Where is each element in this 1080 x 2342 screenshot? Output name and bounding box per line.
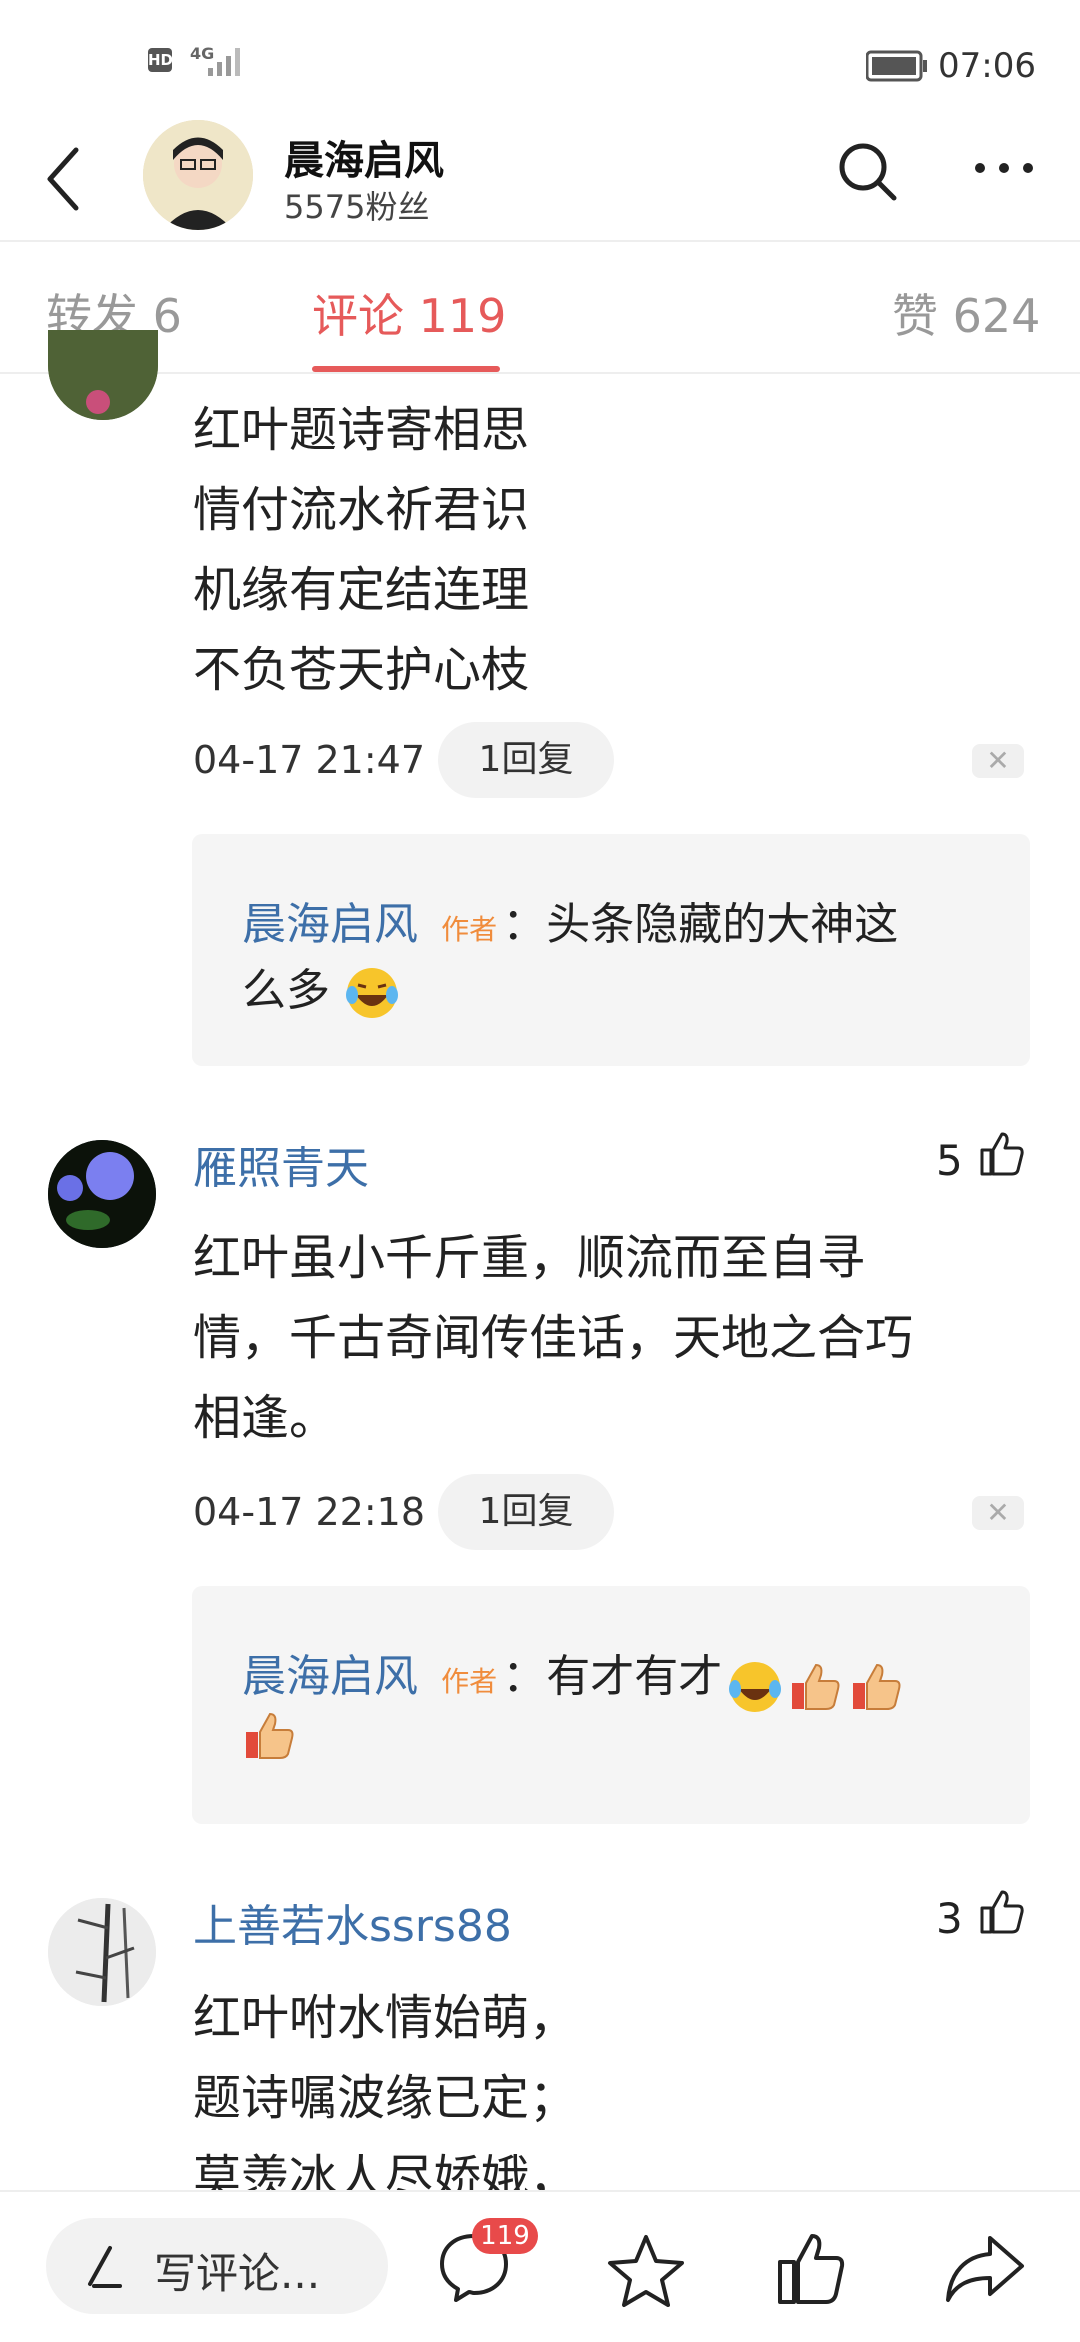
thumbs-up-emoji-icon (246, 1712, 294, 1759)
avatar[interactable] (48, 1140, 156, 1248)
comment-line: 红叶虽小千斤重，顺流而至自寻 (193, 1230, 866, 1286)
thumbs-up-icon[interactable] (978, 1888, 1026, 1936)
comment-username[interactable]: 雁照青天 (193, 1132, 369, 1196)
author-badge: 作者 (441, 913, 498, 946)
reply-preview[interactable]: 晨海启风 作者 ：有才有才 (192, 1586, 1030, 1824)
comment-line: 红叶咐水情始萌， (193, 1990, 578, 2046)
replies-button[interactable]: 1回复 (438, 722, 614, 798)
avatar[interactable] (143, 120, 253, 230)
avatar[interactable] (48, 1898, 156, 2006)
flower-avatar-icon (48, 1140, 156, 1248)
reply-author[interactable]: 晨海启风 (242, 899, 418, 950)
dismiss-icon[interactable]: ✕ (972, 1496, 1024, 1530)
like-count: 5 (936, 1136, 963, 1185)
hd-icon: HD (148, 48, 173, 72)
laughing-emoji-icon (346, 968, 398, 1018)
battery-icon (866, 50, 927, 82)
profile-name[interactable]: 晨海启风 (284, 128, 444, 186)
back-icon[interactable] (42, 144, 82, 214)
follower-count: 5575粉丝 (284, 188, 430, 226)
pen-icon (88, 2246, 122, 2288)
thumbs-up-icon[interactable] (776, 2230, 846, 2308)
rose-avatar-icon (48, 330, 158, 420)
comment-text: 红叶虽小千斤重，顺流而至自寻 情，千古奇闻传佳话，天地之合巧 相逢。 (193, 1218, 913, 1458)
profile-header: 晨海启风 5575粉丝 (0, 120, 1080, 242)
comment-count-badge: 119 (472, 2218, 538, 2254)
reply-author[interactable]: 晨海启风 (242, 1651, 418, 1702)
comment-line: 不负苍天护心枝 (193, 642, 530, 698)
share-icon[interactable] (944, 2232, 1026, 2304)
reply-text: ：头条隐藏的大神这 (502, 899, 899, 950)
like-count: 3 (936, 1894, 963, 1943)
write-comment-input[interactable]: 写评论... (46, 2218, 388, 2314)
comment-timestamp: 04-17 21:47 · (193, 738, 450, 782)
clock: 07:06 (938, 46, 1036, 86)
search-icon[interactable] (836, 140, 900, 204)
comment-line: 情付流水祈君识 (193, 482, 530, 538)
reply-preview[interactable]: 晨海启风 作者 ：头条隐藏的大神这 么多 (192, 834, 1030, 1066)
comment-line: 题诗嘱波缘已定； (193, 2070, 578, 2126)
active-tab-indicator (312, 366, 500, 372)
user-avatar-icon (143, 120, 253, 230)
reply-text: 么多 (242, 965, 330, 1016)
bottom-action-bar: 写评论... 119 (0, 2190, 1080, 2342)
comment-line: 红叶题诗寄相思 (193, 402, 530, 458)
comment-text: 红叶咐水情始萌， 题诗嘱波缘已定； 莫羡冰人尽娇娥， (193, 1978, 577, 2218)
comment-line: 机缘有定结连理 (193, 562, 530, 618)
bamboo-avatar-icon (48, 1898, 156, 2006)
reply-text: ：有才有才 (502, 1651, 723, 1702)
comment-username[interactable]: 上善若水ssrs88 (193, 1890, 512, 1954)
tab-likes[interactable]: 赞 624 (892, 280, 1040, 346)
comment-line: 情，千古奇闻传佳话，天地之合巧 (193, 1310, 914, 1366)
more-icon[interactable] (972, 158, 1036, 178)
author-badge: 作者 (441, 1665, 498, 1698)
status-bar: HD 4G 07:06 (0, 0, 1080, 120)
thumbs-up-emoji-icon (792, 1663, 840, 1710)
tab-comments[interactable]: 评论 119 (312, 280, 506, 346)
signal-icon (208, 48, 240, 76)
write-comment-placeholder: 写评论... (154, 2249, 321, 2298)
thumbs-up-icon[interactable] (978, 1130, 1026, 1178)
dismiss-icon[interactable]: ✕ (972, 744, 1024, 778)
replies-button[interactable]: 1回复 (438, 1474, 614, 1550)
comment-text: 红叶题诗寄相思 情付流水祈君识 机缘有定结连理 不负苍天护心枝 (193, 390, 529, 710)
star-icon[interactable] (606, 2232, 686, 2308)
comment-timestamp: 04-17 22:18 · (193, 1490, 450, 1534)
comment-line: 相逢。 (193, 1390, 338, 1446)
avatar[interactable] (48, 330, 158, 420)
tab-bar: 转发 6 评论 119 赞 624 (0, 242, 1080, 374)
thumbs-up-emoji-icon (853, 1663, 901, 1710)
laughing-emoji-icon (729, 1661, 782, 1712)
